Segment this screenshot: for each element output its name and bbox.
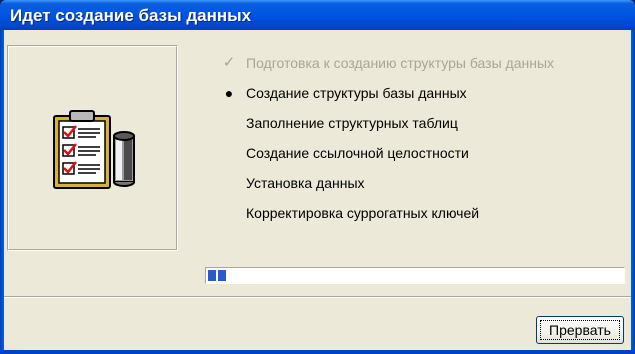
step-label: Создание ссылочной целостности — [246, 145, 469, 161]
window-frame-bottom — [0, 350, 635, 354]
step-item: ✓ Подготовка к созданию структуры базы д… — [218, 48, 628, 78]
window-frame-right — [631, 30, 635, 354]
illustration-panel — [7, 45, 178, 251]
checklist-clipboard-database-icon — [53, 110, 135, 189]
title-bar[interactable]: Идет создание базы данных — [0, 0, 635, 30]
step-item: ● Создание структуры базы данных — [218, 78, 628, 108]
step-item: Корректировка суррогатных ключей — [218, 198, 628, 228]
progress-block — [218, 270, 226, 281]
step-label: Подготовка к созданию структуры базы дан… — [246, 55, 555, 71]
bullet-icon: ● — [224, 85, 234, 101]
progress-bar — [205, 267, 625, 284]
step-item: Заполнение структурных таблиц — [218, 108, 628, 138]
step-label: Создание структуры базы данных — [246, 85, 467, 101]
cancel-button-label: Прервать — [540, 320, 620, 340]
step-item: Установка данных — [218, 168, 628, 198]
window-title: Идет создание базы данных — [10, 6, 252, 25]
step-item: Создание ссылочной целостности — [218, 138, 628, 168]
progress-block — [208, 270, 216, 281]
step-list: ✓ Подготовка к созданию структуры базы д… — [218, 48, 628, 228]
dialog-window: Идет создание базы данных ✓ Подготовка к… — [0, 0, 635, 354]
cancel-button[interactable]: Прервать — [536, 316, 624, 344]
step-label: Установка данных — [246, 175, 365, 191]
separator — [4, 296, 631, 298]
step-label: Корректировка суррогатных ключей — [246, 205, 480, 221]
progress-fill — [208, 270, 226, 281]
checkmark-icon: ✓ — [222, 54, 236, 71]
step-label: Заполнение структурных таблиц — [246, 115, 458, 131]
